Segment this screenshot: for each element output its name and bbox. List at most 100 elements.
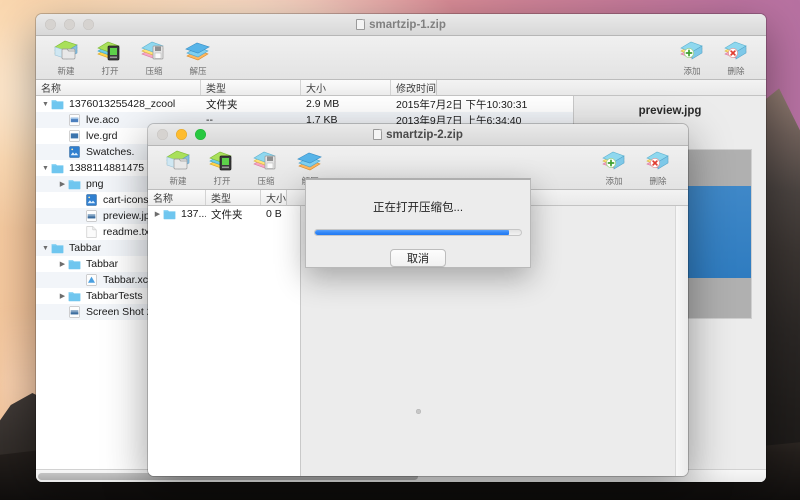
file-image-icon bbox=[68, 146, 81, 158]
folder-icon bbox=[68, 290, 81, 302]
disclosure-closed-icon[interactable]: ▶ bbox=[57, 180, 68, 188]
cell-name: ▶ 137... bbox=[148, 208, 206, 220]
folder-icon bbox=[68, 258, 81, 270]
window1-column-headers[interactable]: 名称 类型 大小 修改时间 bbox=[36, 80, 436, 96]
extract-icon bbox=[184, 39, 212, 64]
open-archive-icon bbox=[208, 149, 236, 174]
file-swatch-icon bbox=[68, 114, 81, 126]
file-jpg-icon bbox=[85, 210, 98, 222]
window2-file-list[interactable]: ▶137...文件夹0 B bbox=[148, 206, 300, 476]
compress-button[interactable]: 压缩 bbox=[246, 149, 286, 187]
table-row[interactable]: ▼1376013255428_zcool文件夹2.9 MB2015年7月2日 下… bbox=[36, 96, 573, 112]
delete-files-icon bbox=[722, 39, 750, 64]
cell-name: ▼1376013255428_zcool bbox=[36, 98, 201, 110]
delete-files-label: 删除 bbox=[727, 65, 744, 77]
add-files-button[interactable]: 添加 bbox=[594, 149, 634, 187]
file-image-icon bbox=[68, 146, 81, 158]
extract-button[interactable]: 解压 bbox=[178, 39, 218, 77]
disclosure-closed-icon[interactable]: ▶ bbox=[57, 260, 68, 268]
disclosure-closed-icon[interactable]: ▶ bbox=[57, 292, 68, 300]
zoom-button[interactable] bbox=[195, 129, 206, 140]
table-row[interactable]: ▶137...文件夹0 B bbox=[148, 206, 300, 222]
window1-title-wrap: smartzip-1.zip bbox=[36, 19, 766, 31]
column-header-name[interactable]: 名称 bbox=[148, 190, 206, 205]
window2-toolbar-right-group: 添加 删除 bbox=[594, 149, 678, 187]
window1-titlebar[interactable]: smartzip-1.zip bbox=[36, 14, 766, 36]
window2-column-headers[interactable]: 名称 类型 大小 bbox=[148, 190, 286, 206]
column-header-name[interactable]: 名称 bbox=[36, 80, 201, 95]
new-archive-button[interactable]: 新建 bbox=[158, 149, 198, 187]
add-files-button[interactable]: 添加 bbox=[672, 39, 712, 77]
delete-files-button[interactable]: 删除 bbox=[716, 39, 756, 77]
file-name-text: 137... bbox=[181, 208, 206, 220]
disclosure-open-icon[interactable]: ▼ bbox=[40, 165, 51, 172]
window2-title-text: smartzip-2.zip bbox=[386, 129, 463, 141]
add-files-icon bbox=[600, 149, 628, 174]
close-button[interactable] bbox=[157, 129, 168, 140]
minimize-button[interactable] bbox=[64, 19, 75, 30]
window1-traffic-lights[interactable] bbox=[36, 19, 94, 30]
progress-message: 正在打开压缩包... bbox=[373, 199, 463, 215]
column-header-type[interactable]: 类型 bbox=[201, 80, 301, 95]
zoom-button[interactable] bbox=[83, 19, 94, 30]
column-header-modified[interactable]: 修改时间 bbox=[391, 80, 436, 95]
resize-dot[interactable] bbox=[416, 409, 421, 414]
file-name-text: TabbarTests bbox=[86, 290, 143, 302]
add-files-icon bbox=[678, 39, 706, 64]
folder-icon bbox=[163, 208, 176, 220]
file-name-text: Screen Shot 2 bbox=[86, 306, 153, 318]
column-header-size[interactable]: 大小 bbox=[261, 190, 286, 205]
progress-bar bbox=[314, 229, 522, 236]
open-archive-label: 打开 bbox=[101, 65, 118, 77]
column-header-type[interactable]: 类型 bbox=[206, 190, 261, 205]
document-icon bbox=[356, 19, 365, 30]
window2-titlebar[interactable]: smartzip-2.zip bbox=[148, 124, 688, 146]
delete-files-icon bbox=[644, 149, 672, 174]
window1-toolbar-right-group: 添加 删除 bbox=[672, 39, 756, 77]
folder-icon bbox=[51, 162, 64, 174]
window1-preview-header-spacer bbox=[436, 80, 766, 96]
disclosure-open-icon[interactable]: ▼ bbox=[40, 245, 51, 252]
add-files-label: 添加 bbox=[605, 175, 622, 187]
cell-size: 0 B bbox=[261, 208, 300, 220]
file-name-text: Tabbar.xco bbox=[103, 274, 154, 286]
folder-icon bbox=[68, 178, 81, 190]
folder-icon bbox=[68, 290, 81, 302]
window1-title-text: smartzip-1.zip bbox=[369, 19, 446, 31]
open-archive-button[interactable]: 打开 bbox=[202, 149, 242, 187]
file-name-text: cart-icons. bbox=[103, 194, 151, 206]
file-gradient-icon bbox=[68, 130, 81, 142]
compress-icon bbox=[140, 39, 168, 64]
new-archive-button[interactable]: 新建 bbox=[46, 39, 86, 77]
extract-icon bbox=[296, 149, 324, 174]
preview-filename: preview.jpg bbox=[639, 105, 702, 117]
disclosure-open-icon[interactable]: ▼ bbox=[40, 101, 51, 108]
folder-icon bbox=[68, 178, 81, 190]
add-files-label: 添加 bbox=[683, 65, 700, 77]
window2-vertical-scrollbar[interactable] bbox=[675, 206, 688, 476]
disclosure-closed-icon[interactable]: ▶ bbox=[152, 210, 163, 218]
window1-toolbar-left-group: 新建 打开 bbox=[46, 39, 218, 77]
new-archive-icon bbox=[164, 149, 192, 174]
file-name-text: Tabbar bbox=[86, 258, 118, 270]
window1-toolbar[interactable]: 新建 打开 bbox=[36, 36, 766, 80]
close-button[interactable] bbox=[45, 19, 56, 30]
file-name-text: Swatches. bbox=[86, 146, 134, 158]
delete-files-label: 删除 bbox=[649, 175, 666, 187]
window-smartzip-2[interactable]: smartzip-2.zip 新建 bbox=[148, 124, 688, 476]
file-name-text: Tabbar bbox=[69, 242, 101, 254]
cell-type: 文件夹 bbox=[201, 97, 301, 112]
folder-icon bbox=[51, 162, 64, 174]
compress-button[interactable]: 压缩 bbox=[134, 39, 174, 77]
cancel-button[interactable]: 取消 bbox=[390, 249, 446, 267]
new-archive-label: 新建 bbox=[57, 65, 74, 77]
delete-files-button[interactable]: 删除 bbox=[638, 149, 678, 187]
file-gradient-icon bbox=[68, 130, 81, 142]
column-header-size[interactable]: 大小 bbox=[301, 80, 391, 95]
minimize-button[interactable] bbox=[176, 129, 187, 140]
open-archive-button[interactable]: 打开 bbox=[90, 39, 130, 77]
file-name-text: readme.txt bbox=[103, 226, 153, 238]
new-archive-label: 新建 bbox=[169, 175, 186, 187]
window2-traffic-lights[interactable] bbox=[148, 129, 206, 140]
open-archive-label: 打开 bbox=[213, 175, 230, 187]
